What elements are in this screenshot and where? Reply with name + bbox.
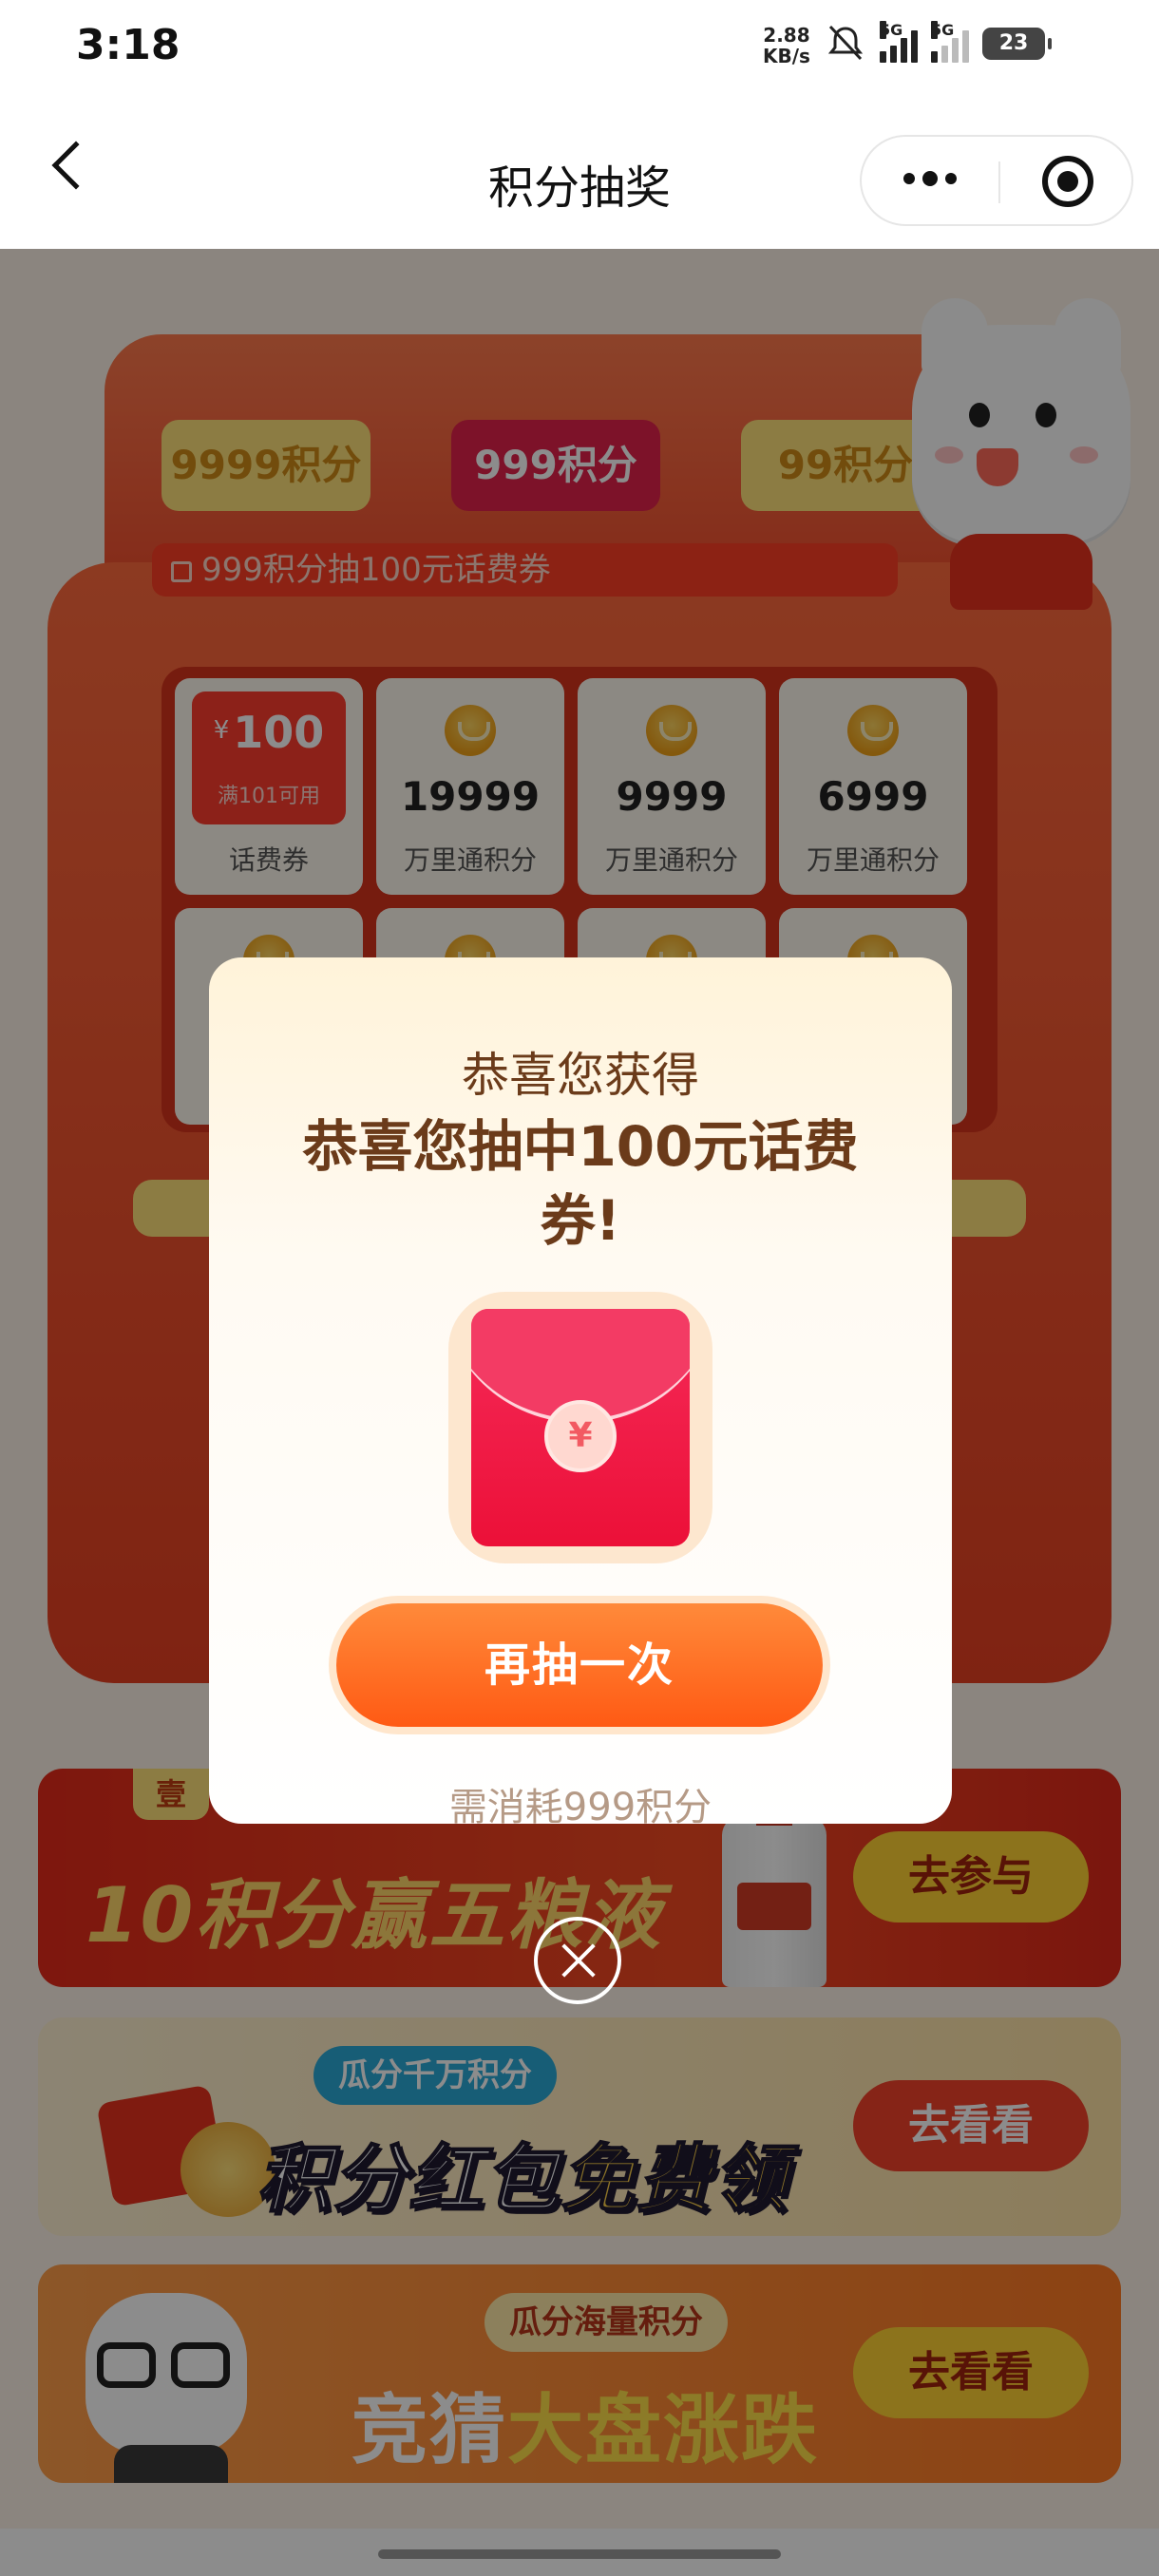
close-icon[interactable] [534, 1917, 621, 2004]
signal-sim2-icon: 5G [931, 21, 969, 63]
target-icon[interactable] [1042, 156, 1093, 207]
nav-bar: 积分抽奖 [0, 95, 1159, 249]
dialog-headline: 恭喜您抽中100元话费券! [302, 1114, 859, 1253]
status-icons: 5G 5G 23 [825, 21, 1052, 63]
cost-note: 需消耗999积分 [448, 1786, 712, 1829]
network-speed: 2.88 KB/s [763, 25, 810, 66]
draw-again-button[interactable]: 再抽一次 [336, 1603, 823, 1727]
network-speed-unit: KB/s [763, 45, 810, 67]
capsule-divider [998, 161, 1000, 203]
sim1-label: 5G [880, 21, 903, 39]
home-indicator[interactable] [378, 2549, 781, 2559]
result-dialog: 恭喜您获得 恭喜您抽中100元话费券! ¥ 再抽一次 需消耗999积分 [209, 957, 952, 1829]
network-speed-value: 2.88 [763, 24, 810, 47]
sim2-label: 5G [931, 21, 955, 39]
battery-icon: 23 [982, 28, 1052, 60]
dialog-subtitle: 恭喜您获得 [462, 1048, 699, 1103]
status-time: 3:18 [76, 21, 180, 69]
yuan-seal-icon: ¥ [544, 1400, 617, 1472]
more-icon[interactable] [903, 171, 957, 186]
mini-program-capsule [860, 135, 1133, 226]
mute-bell-icon [827, 25, 864, 61]
status-bar: 3:18 2.88 KB/s 5G 5G 23 [0, 0, 1159, 95]
signal-sim1-icon: 5G [880, 21, 918, 63]
red-envelope-icon: ¥ [471, 1309, 690, 1546]
